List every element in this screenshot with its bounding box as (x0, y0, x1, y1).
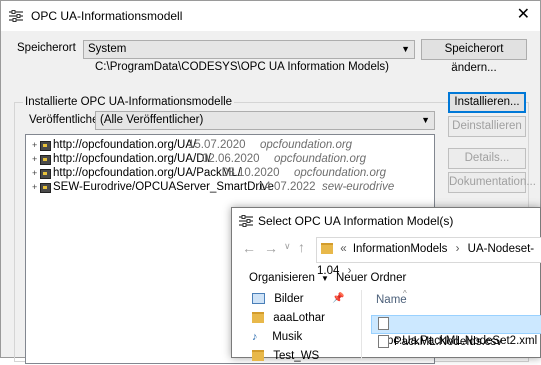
chevron-down-icon: ▼ (401, 44, 410, 54)
nav-item-label: Test_WS (273, 350, 320, 362)
nav-item-label: Musik (272, 331, 303, 343)
nav-item-music[interactable]: ♪ Musik (252, 328, 302, 346)
storage-path: C:\ProgramData\CODESYS\OPC UA Informatio… (95, 61, 389, 73)
package-icon (40, 141, 51, 151)
csv-file-icon (378, 335, 389, 349)
pin-icon[interactable]: 📌 (332, 290, 344, 308)
pictures-icon (252, 293, 265, 305)
title-bar: OPC UA-Informationsmodell ✕ (1, 1, 540, 31)
organize-label: Organisieren (249, 272, 315, 284)
model-url: http://opcfoundation.org/UA/PackML/ (53, 167, 241, 179)
model-date: 15.07.2020 (188, 139, 246, 151)
new-folder-button[interactable]: Neuer Ordner (336, 272, 406, 284)
file-dialog-title: Select OPC UA Information Model(s) (258, 214, 454, 228)
install-button[interactable]: Installieren... (448, 92, 526, 113)
model-url: http://opcfoundation.org/UA/DI/ (53, 153, 211, 165)
folder-icon (252, 350, 264, 362)
storage-value: System (88, 43, 127, 55)
close-icon[interactable]: ✕ (517, 5, 530, 25)
nav-item-label: Bilder (274, 293, 304, 305)
expand-icon[interactable]: + (32, 138, 37, 153)
installed-models-label: Installierte OPC UA-Informationsmodelle (23, 96, 235, 108)
expand-icon[interactable]: + (32, 152, 37, 167)
storage-label: Speicherort (17, 42, 76, 54)
sort-caret-icon: ^ (403, 289, 407, 298)
model-url: SEW-Eurodrive/OPCUAServer_SmartDrive (53, 181, 274, 193)
chevron-down-icon[interactable]: ∨ (284, 241, 291, 252)
breadcrumb-separator: › (455, 243, 460, 255)
back-arrow-icon[interactable]: ← (242, 240, 256, 256)
model-org: opcfoundation.org (274, 153, 367, 165)
model-date: 02.06.2020 (202, 153, 260, 165)
model-date: 14.07.2022 (258, 181, 316, 193)
package-icon (40, 169, 51, 179)
change-location-button[interactable]: Speicherort ändern... (421, 39, 527, 74)
file-select-dialog: Select OPC UA Information Model(s) ← → ∨… (231, 207, 541, 362)
storage-select[interactable]: System ▼ (83, 40, 415, 59)
package-icon (40, 183, 51, 193)
expand-icon[interactable]: + (32, 180, 37, 195)
breadcrumb-overflow[interactable]: « (340, 243, 346, 255)
file-item[interactable]: PackML.NodeIds.csv (378, 334, 502, 351)
address-bar[interactable]: « InformationModels › UA-Nodeset-1.04 › (316, 237, 541, 277)
breadcrumb-item[interactable]: InformationModels (353, 243, 448, 255)
settings-sliders-icon (239, 215, 253, 230)
music-icon: ♪ (252, 331, 258, 343)
settings-sliders-icon (9, 10, 23, 22)
up-arrow-icon[interactable]: ↑ (298, 239, 305, 255)
model-org: opcfoundation.org (294, 167, 387, 179)
publisher-value: (Alle Veröffentlicher) (100, 114, 204, 126)
publisher-select[interactable]: (Alle Veröffentlicher) ▼ (95, 111, 435, 130)
model-org: opcfoundation.org (260, 139, 353, 151)
file-name: PackML.NodeIds.csv (394, 336, 503, 348)
nav-item-label: aaaLothar (273, 312, 325, 324)
nav-item-folder[interactable]: aaaLothar (252, 309, 325, 327)
nav-item-folder[interactable]: Test_WS (252, 347, 319, 365)
expand-icon[interactable]: + (32, 166, 37, 181)
model-org: sew-eurodrive (322, 181, 395, 193)
xml-file-icon (378, 317, 389, 331)
folder-icon (252, 312, 264, 324)
window-title: OPC UA-Informationsmodell (31, 9, 183, 23)
pane-divider (361, 290, 362, 359)
nav-item-pictures[interactable]: Bilder 📌 (252, 290, 344, 308)
model-url: http://opcfoundation.org/UA/ (53, 139, 197, 151)
documentation-button[interactable]: Dokumentation... (448, 172, 536, 193)
details-button[interactable]: Details... (448, 148, 526, 169)
package-icon (40, 155, 51, 165)
uninstall-button[interactable]: Deinstallieren (448, 116, 526, 137)
forward-arrow-icon[interactable]: → (264, 240, 278, 256)
chevron-down-icon: ▼ (421, 115, 430, 125)
organize-menu[interactable]: Organisieren ▼ (249, 272, 329, 284)
caret-down-icon: ▼ (321, 274, 329, 283)
model-date: 08.10.2020 (222, 167, 280, 179)
folder-icon (321, 243, 333, 255)
